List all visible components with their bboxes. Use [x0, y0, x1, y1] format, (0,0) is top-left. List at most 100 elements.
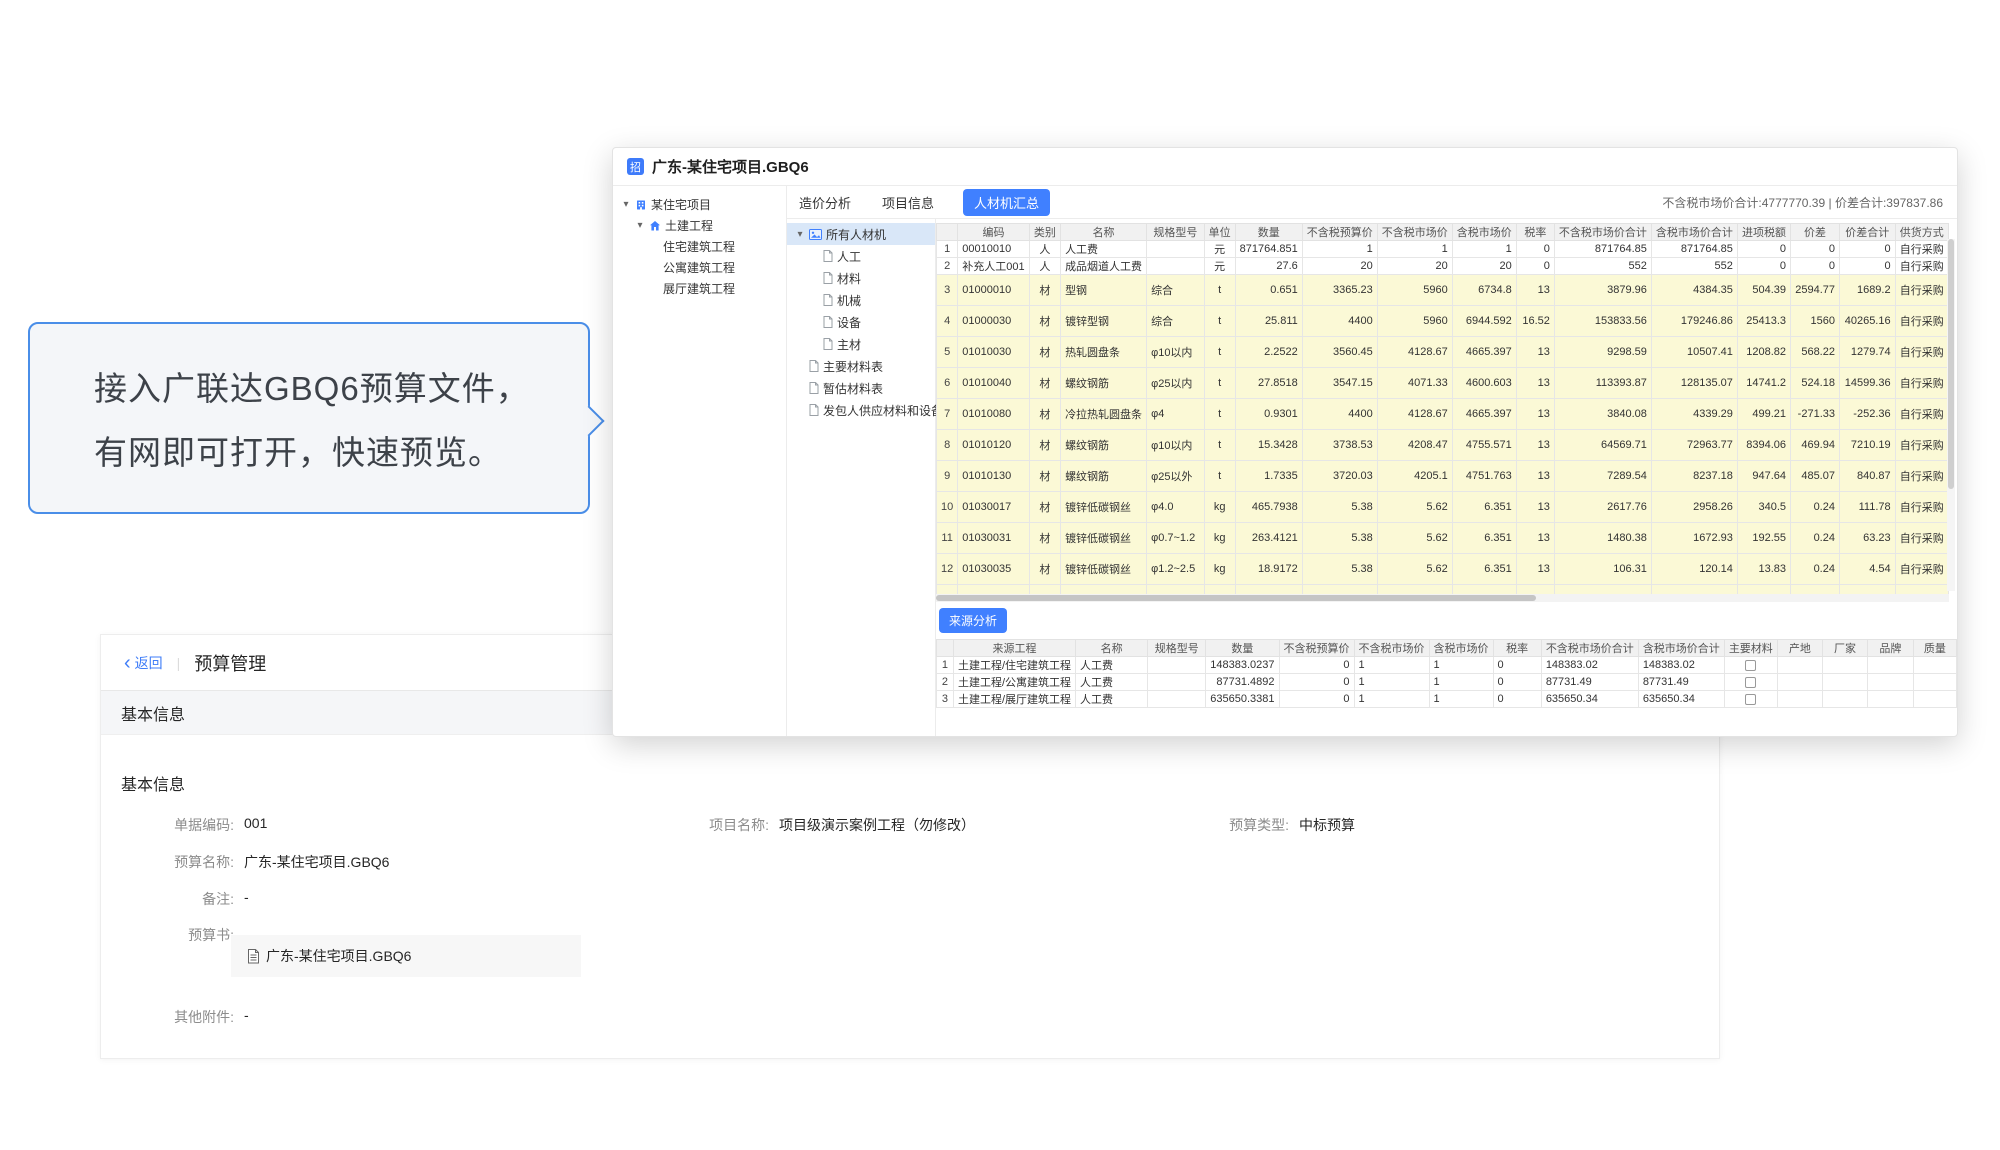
tree-item[interactable]: 设备 [787, 311, 935, 333]
table-row[interactable]: 1301050001材钢丝绳φ14.1~15kg447.92093.6611.2… [937, 585, 1949, 595]
tree-item[interactable]: ▾土建工程 [613, 215, 786, 236]
column-header[interactable]: 厂家 [1822, 640, 1867, 657]
column-header[interactable]: 含税市场价 [1452, 224, 1516, 241]
table-row[interactable]: 1001030017材镀锌低碳钢丝φ4.0kg465.79385.385.626… [937, 492, 1949, 523]
source-analysis-button[interactable]: 来源分析 [939, 608, 1007, 633]
cell: t [1204, 461, 1235, 492]
table-row[interactable]: 2补充人工001人成品烟道人工费元27.62020200552552000自行采… [937, 258, 1949, 275]
column-header[interactable]: 不含税市场价 [1377, 224, 1452, 241]
column-header[interactable]: 含税市场价合计 [1651, 224, 1737, 241]
cell: 0 [1279, 657, 1354, 674]
cell: 25.811 [1235, 306, 1302, 337]
column-header[interactable]: 规格型号 [1148, 640, 1206, 657]
tree-item[interactable]: 住宅建筑工程 [613, 236, 786, 257]
cell [1147, 241, 1205, 258]
column-header[interactable]: 编码 [958, 224, 1029, 241]
column-header[interactable]: 不含税市场价合计 [1541, 640, 1638, 657]
cell: 499.21 [1737, 399, 1790, 430]
column-header[interactable]: 质量 [1913, 640, 1956, 657]
column-header[interactable]: 不含税预算价 [1279, 640, 1354, 657]
cell: 人 [1029, 258, 1060, 275]
column-header[interactable]: 规格型号 [1147, 224, 1205, 241]
column-header[interactable]: 单位 [1204, 224, 1235, 241]
table-row[interactable]: 901010130材螺纹钢筋φ25以外t1.73353720.034205.14… [937, 461, 1949, 492]
table-row[interactable]: 1土建工程/住宅建筑工程人工费148383.02370110148383.021… [937, 657, 1957, 674]
column-header[interactable]: 含税市场价合计 [1638, 640, 1724, 657]
table-row[interactable]: 501010030材热轧圆盘条φ10以内t2.25223560.454128.6… [937, 337, 1949, 368]
table-row[interactable]: 801010120材螺纹钢筋φ10以内t15.34283738.534208.4… [937, 430, 1949, 461]
vertical-scrollbar[interactable] [1947, 239, 1955, 591]
column-header[interactable]: 不含税预算价 [1302, 224, 1377, 241]
cell: 14599.36 [1839, 368, 1895, 399]
column-header[interactable]: 数量 [1206, 640, 1279, 657]
column-header[interactable]: 含税市场价 [1429, 640, 1493, 657]
column-header[interactable]: 不含税市场价 [1354, 640, 1429, 657]
tab-active[interactable]: 人材机汇总 [963, 189, 1050, 216]
tree-item[interactable]: 展厅建筑工程 [613, 278, 786, 299]
column-header[interactable]: 税率 [1516, 224, 1554, 241]
cell: 1560 [1791, 306, 1840, 337]
column-header[interactable]: 名称 [1076, 640, 1148, 657]
table-row[interactable]: 301000010材型钢综合t0.6513365.2359606734.8133… [937, 275, 1949, 306]
caret-down-icon[interactable]: ▾ [635, 220, 645, 231]
column-header[interactable]: 名称 [1061, 224, 1147, 241]
tree-item[interactable]: 材料 [787, 267, 935, 289]
table-row[interactable]: 701010080材冷拉热轧圆盘条φ4t0.930144004128.67466… [937, 399, 1949, 430]
cell: 3547.15 [1302, 368, 1377, 399]
main-material-checkbox[interactable] [1745, 660, 1756, 671]
table-row[interactable]: 2土建工程/公寓建筑工程人工费87731.4892011087731.49877… [937, 674, 1957, 691]
cell: 01000030 [958, 306, 1029, 337]
column-header[interactable]: 价差合计 [1839, 224, 1895, 241]
column-header[interactable]: 供货方式 [1895, 224, 1948, 241]
table-row[interactable]: 100010010人人工费元871764.8511110871764.85871… [937, 241, 1949, 258]
tree-item[interactable]: 暂估材料表 [787, 377, 935, 399]
tree-item[interactable]: 人工 [787, 245, 935, 267]
column-header[interactable]: 数量 [1235, 224, 1302, 241]
cell: 4755.571 [1452, 430, 1516, 461]
tree-item[interactable]: 机械 [787, 289, 935, 311]
back-button[interactable]: ‹ 返回 [124, 653, 163, 673]
tree-item[interactable]: 主要材料表 [787, 355, 935, 377]
cell: 4400 [1302, 306, 1377, 337]
column-header[interactable]: 品牌 [1868, 640, 1914, 657]
cell: 01010030 [958, 337, 1029, 368]
tree-item-label: 住宅建筑工程 [663, 238, 735, 255]
tree-item[interactable]: 公寓建筑工程 [613, 257, 786, 278]
horizontal-scrollbar[interactable] [936, 594, 1949, 602]
cell: 13 [1516, 554, 1554, 585]
column-header[interactable]: 主要材料 [1724, 640, 1777, 657]
main-material-checkbox[interactable] [1745, 694, 1756, 705]
tab-item[interactable]: 项目信息 [880, 189, 936, 216]
column-header[interactable]: 产地 [1777, 640, 1822, 657]
column-header[interactable]: 税率 [1493, 640, 1541, 657]
cell: 13 [1516, 368, 1554, 399]
tree-item[interactable]: ▾所有人材机 [787, 223, 935, 245]
column-header[interactable]: 不含税市场价合计 [1554, 224, 1651, 241]
budget-book-file[interactable]: 广东-某住宅项目.GBQ6 [231, 935, 581, 977]
cell: 1 [1429, 657, 1493, 674]
column-header[interactable]: 价差 [1791, 224, 1840, 241]
vertical-scrollbar-thumb[interactable] [1948, 239, 1954, 489]
cell: 热轧圆盘条 [1061, 337, 1147, 368]
column-header[interactable]: 来源工程 [953, 640, 1075, 657]
table-row[interactable]: 3土建工程/展厅建筑工程人工费635650.33810110635650.346… [937, 691, 1957, 708]
table-row[interactable]: 601010040材螺纹钢筋φ25以内t27.85183547.154071.3… [937, 368, 1949, 399]
tree-item[interactable]: 发包人供应材料和设备 [787, 399, 935, 421]
cell: 5960 [1377, 306, 1452, 337]
tree-item[interactable]: 主材 [787, 333, 935, 355]
main-material-checkbox[interactable] [1745, 677, 1756, 688]
table-row[interactable]: 401000030材镀锌型钢综合t25.811440059606944.5921… [937, 306, 1949, 337]
cell: 5.62 [1377, 554, 1452, 585]
cell: 自行采购 [1895, 258, 1948, 275]
column-header[interactable]: 进项税额 [1737, 224, 1790, 241]
tab-item[interactable]: 造价分析 [797, 189, 853, 216]
field-doc-code: 单据编码: 001 [116, 815, 267, 835]
table-row[interactable]: 1201030035材镀锌低碳钢丝φ1.2~2.5kg18.91725.385.… [937, 554, 1949, 585]
table-row[interactable]: 1101030031材镀锌低碳钢丝φ0.7~1.2kg263.41215.385… [937, 523, 1949, 554]
caret-down-icon[interactable]: ▾ [795, 229, 805, 240]
tree-item[interactable]: ▾某住宅项目 [613, 194, 786, 215]
caret-down-icon[interactable]: ▾ [621, 199, 631, 210]
horizontal-scrollbar-thumb[interactable] [936, 595, 1536, 601]
column-header[interactable]: 类别 [1029, 224, 1060, 241]
tab-bar: 造价分析项目信息人材机汇总 不含税市场价合计:4777770.39 | 价差合计… [787, 186, 1957, 219]
